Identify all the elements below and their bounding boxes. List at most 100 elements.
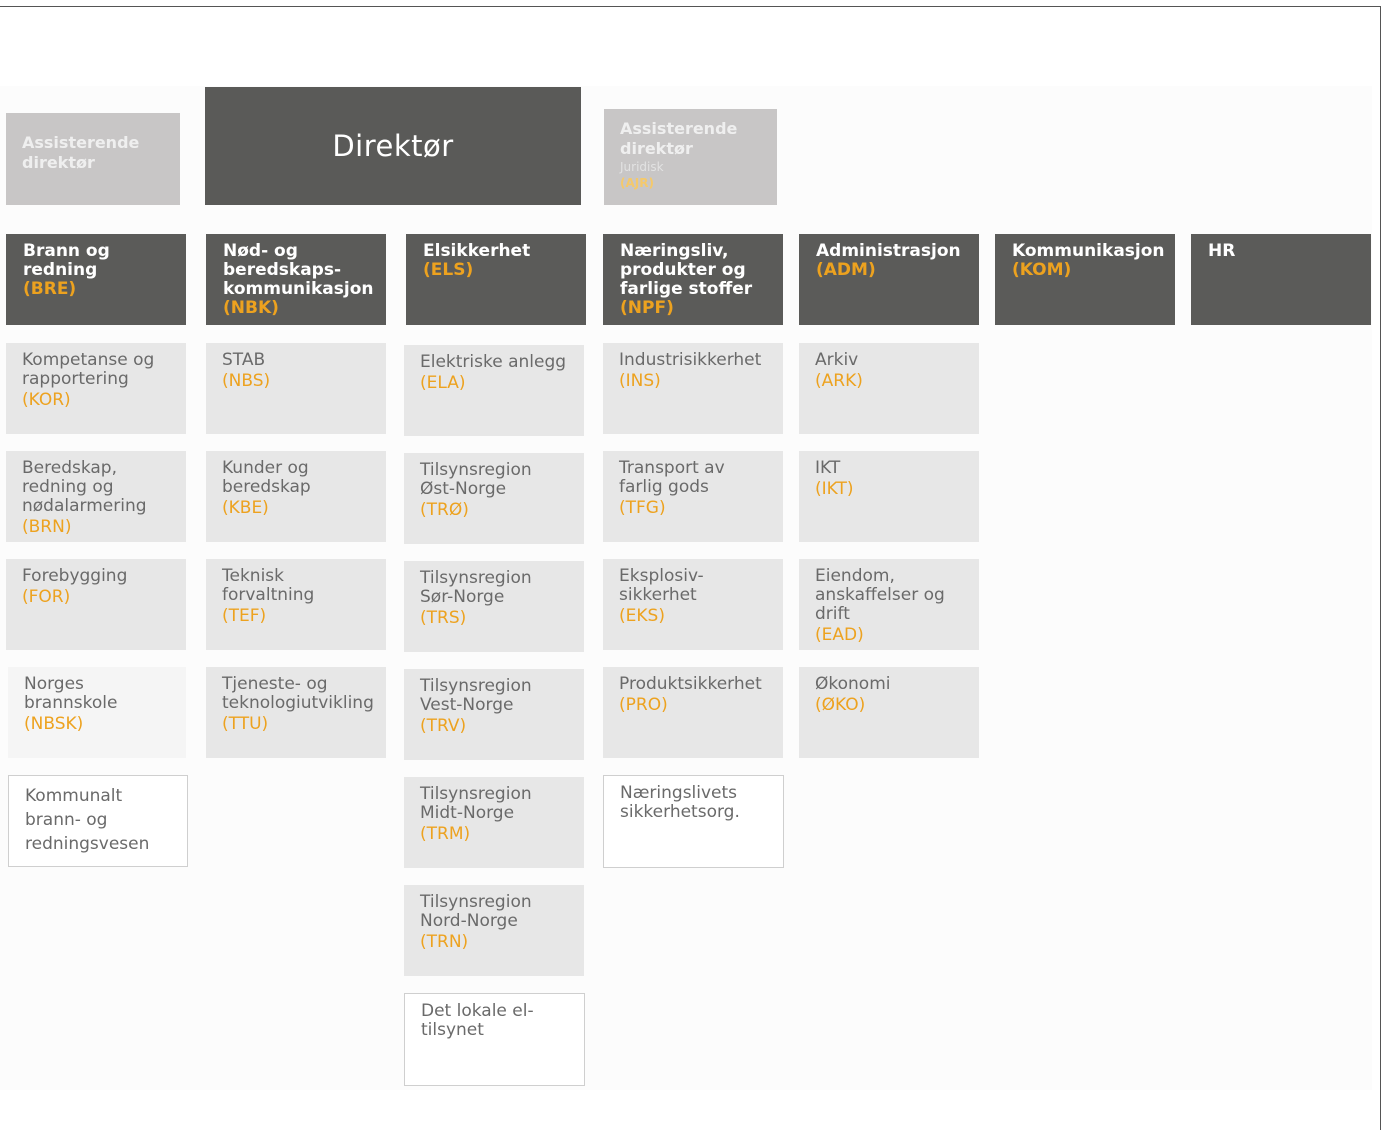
unit-ttu: Tjeneste- og teknologiutvikling (TTU)	[206, 667, 386, 758]
unit-code: (ARK)	[815, 371, 863, 391]
unit-code: (PRO)	[619, 695, 668, 715]
unit-code: (TTU)	[222, 714, 269, 734]
unit-label: Elektriske anlegg	[420, 352, 567, 372]
unit-label: IKT	[815, 458, 841, 478]
unit-ead: Eiendom, anskaffelser og drift (EAD)	[799, 559, 979, 650]
unit-label: Eiendom, anskaffelser og drift	[815, 566, 945, 624]
unit-code: (KOR)	[22, 390, 71, 410]
unit-code: (TRS)	[420, 608, 467, 628]
unit-code: (KBE)	[222, 498, 269, 518]
unit-label: Tilsynsregion Øst-Norge	[420, 460, 532, 499]
dept-label: Brann og redning	[23, 241, 110, 280]
dept-bre: Brann og redning (BRE)	[6, 234, 186, 325]
unit-code: (TFG)	[619, 498, 666, 518]
unit-naeringslivets-sikkerhetsorg: Næringslivets sikkerhetsorg.	[603, 775, 784, 868]
unit-trn: Tilsynsregion Nord-Norge (TRN)	[404, 885, 584, 976]
unit-label: Økonomi	[815, 674, 891, 694]
dept-label: HR	[1208, 241, 1236, 261]
director-box: Direktør	[205, 87, 581, 205]
unit-label: Kunder og beredskap	[222, 458, 311, 497]
unit-label: Forebygging	[22, 566, 128, 586]
unit-tfg: Transport av farlig gods (TFG)	[603, 451, 783, 542]
dept-code: (BRE)	[23, 279, 77, 299]
unit-eks: Eksplosiv-sikkerhet (EKS)	[603, 559, 783, 650]
unit-tro: Tilsynsregion Øst-Norge (TRØ)	[404, 453, 584, 544]
assistant-director-left-label: Assisterende direktør	[22, 133, 140, 172]
unit-code: (TRN)	[420, 932, 469, 952]
unit-nbs: STAB (NBS)	[206, 343, 386, 434]
dept-label: Næringsliv, produkter og farlige stoffer	[620, 241, 753, 299]
unit-code: (NBSK)	[24, 714, 84, 734]
unit-code: (NBS)	[222, 371, 271, 391]
unit-code: (TRØ)	[420, 500, 469, 520]
unit-label: Eksplosiv-sikkerhet	[619, 566, 704, 605]
unit-brn: Beredskap, redning og nødalarmering (BRN…	[6, 451, 186, 542]
unit-label: Kommunalt brann- og redningsvesen	[25, 786, 150, 854]
unit-code: (FOR)	[22, 587, 71, 607]
unit-code: (ØKO)	[815, 695, 866, 715]
unit-label: Kompetanse og rapportering	[22, 350, 155, 389]
unit-det-lokale-el-tilsynet: Det lokale el-tilsynet	[404, 993, 585, 1086]
unit-oko: Økonomi (ØKO)	[799, 667, 979, 758]
dept-code: (ELS)	[423, 260, 474, 280]
unit-code: (TRV)	[420, 716, 467, 736]
dept-npf: Næringsliv, produkter og farlige stoffer…	[603, 234, 783, 325]
unit-kor: Kompetanse og rapportering (KOR)	[6, 343, 186, 434]
unit-label: Næringslivets sikkerhetsorg.	[620, 783, 740, 822]
dept-code: (NBK)	[223, 298, 279, 318]
dept-label: Kommunikasjon	[1012, 241, 1165, 261]
dept-code: (ADM)	[816, 260, 876, 280]
dept-adm: Administrasjon (ADM)	[799, 234, 979, 325]
dept-code: (KOM)	[1012, 260, 1072, 280]
unit-label: Tilsynsregion Nord-Norge	[420, 892, 532, 931]
unit-label: STAB	[222, 350, 266, 370]
dept-hr: HR	[1191, 234, 1371, 325]
unit-label: Tilsynsregion Midt-Norge	[420, 784, 532, 823]
unit-label: Det lokale el-tilsynet	[421, 1001, 534, 1040]
director-label: Direktør	[332, 129, 454, 163]
unit-label: Produktsikkerhet	[619, 674, 762, 694]
unit-code: (INS)	[619, 371, 661, 391]
unit-kbe: Kunder og beredskap (KBE)	[206, 451, 386, 542]
unit-ark: Arkiv (ARK)	[799, 343, 979, 434]
unit-code: (TRM)	[420, 824, 471, 844]
unit-code: (IKT)	[815, 479, 854, 499]
unit-pro: Produktsikkerhet (PRO)	[603, 667, 783, 758]
unit-label: Tilsynsregion Vest-Norge	[420, 676, 532, 715]
unit-code: (BRN)	[22, 517, 72, 537]
unit-kommunalt-brann: Kommunalt brann- og redningsvesen	[8, 775, 188, 867]
assistant-director-right-sub: Juridisk	[620, 160, 664, 174]
dept-kom: Kommunikasjon (KOM)	[995, 234, 1175, 325]
unit-label: Teknisk forvaltning	[222, 566, 315, 605]
unit-label: Transport av farlig gods	[619, 458, 725, 497]
unit-code: (ELA)	[420, 373, 466, 393]
unit-ela: Elektriske anlegg (ELA)	[404, 345, 584, 436]
unit-label: Beredskap, redning og nødalarmering	[22, 458, 147, 516]
assistant-director-right: Assisterende direktør Juridisk (AJR)	[604, 109, 777, 205]
unit-trv: Tilsynsregion Vest-Norge (TRV)	[404, 669, 584, 760]
unit-label: Tilsynsregion Sør-Norge	[420, 568, 532, 607]
dept-code: (NPF)	[620, 298, 674, 318]
unit-code: (EAD)	[815, 625, 864, 645]
dept-label: Administrasjon	[816, 241, 961, 261]
unit-label: Tjeneste- og teknologiutvikling	[222, 674, 374, 713]
unit-label: Arkiv	[815, 350, 859, 370]
unit-trs: Tilsynsregion Sør-Norge (TRS)	[404, 561, 584, 652]
unit-label: Industrisikkerhet	[619, 350, 762, 370]
assistant-director-left: Assisterende direktør	[6, 113, 180, 205]
unit-code: (TEF)	[222, 606, 267, 626]
dept-nbk: Nød- og beredskaps-kommunikasjon (NBK)	[206, 234, 386, 325]
unit-code: (EKS)	[619, 606, 665, 626]
unit-ikt: IKT (IKT)	[799, 451, 979, 542]
dept-els: Elsikkerhet (ELS)	[406, 234, 586, 325]
unit-nbsk: Norges brannskole (NBSK)	[8, 667, 186, 758]
unit-for: Forebygging (FOR)	[6, 559, 186, 650]
unit-label: Norges brannskole	[24, 674, 118, 713]
unit-trm: Tilsynsregion Midt-Norge (TRM)	[404, 777, 584, 868]
dept-label: Elsikkerhet	[423, 241, 531, 261]
dept-label: Nød- og beredskaps-kommunikasjon	[223, 241, 374, 299]
unit-tef: Teknisk forvaltning (TEF)	[206, 559, 386, 650]
assistant-director-right-label: Assisterende direktør	[620, 119, 738, 158]
assistant-director-right-code: (AJR)	[620, 176, 654, 190]
unit-ins: Industrisikkerhet (INS)	[603, 343, 783, 434]
